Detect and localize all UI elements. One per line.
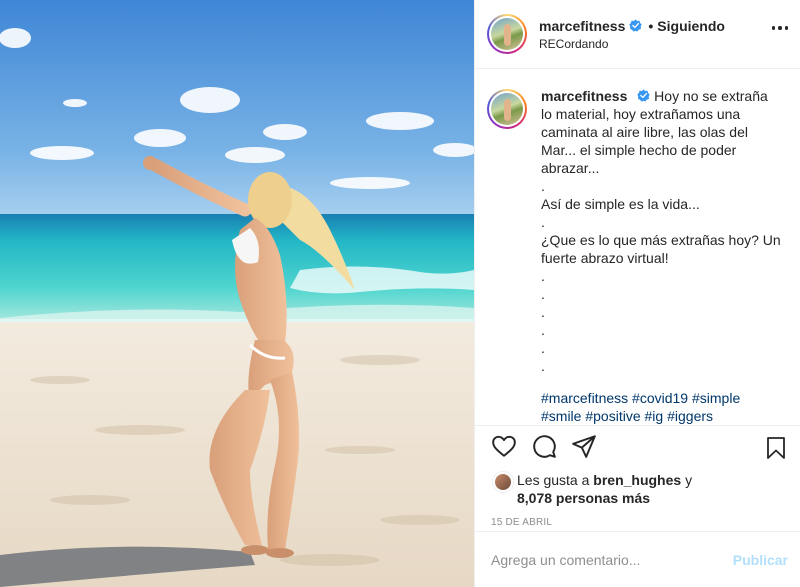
follow-status-button[interactable]: Siguiendo: [657, 18, 725, 34]
likes-connector: y: [685, 472, 693, 488]
caption-section: marcefitness Hoy no se extraña lo materi…: [475, 69, 800, 425]
author-avatar[interactable]: [487, 14, 527, 54]
hashtags: #marcefitness #covid19 #simple #smile #p…: [541, 389, 781, 425]
liker-avatar[interactable]: [493, 472, 513, 492]
hashtag-link[interactable]: #iggers: [667, 408, 713, 424]
hashtag-link[interactable]: #smile: [541, 408, 581, 424]
post-header: marcefitness • Siguiendo RECordando: [475, 0, 800, 69]
author-username[interactable]: marcefitness: [539, 18, 625, 34]
post-details-panel: marcefitness • Siguiendo RECordando marc…: [474, 0, 800, 587]
likes-count[interactable]: 8,078 personas más: [517, 490, 650, 506]
caption-line: Así de simple es la vida...: [541, 196, 700, 212]
action-bar: [475, 425, 800, 465]
verified-badge-icon: [637, 89, 650, 102]
caption-avatar[interactable]: [487, 89, 527, 129]
verified-badge-icon: [629, 19, 643, 32]
hashtag-link[interactable]: #covid19: [632, 390, 688, 406]
post-photo[interactable]: [0, 0, 474, 587]
caption-line: .: [541, 322, 545, 338]
hashtag-link[interactable]: #simple: [692, 390, 740, 406]
caption-username[interactable]: marcefitness: [541, 88, 627, 104]
hashtag-link[interactable]: #ig: [645, 408, 664, 424]
comment-box: Publicar: [475, 531, 800, 587]
bookmark-icon[interactable]: [764, 436, 790, 462]
likes-summary: Les gusta a bren_hughes y 8,078 personas…: [475, 465, 800, 507]
caption-line: .: [541, 214, 545, 230]
hashtag-link[interactable]: #marcefitness: [541, 390, 628, 406]
hashtag-link[interactable]: #positive: [585, 408, 640, 424]
likes-prefix: Les gusta a: [517, 472, 590, 488]
comment-icon[interactable]: [531, 433, 557, 459]
separator-dot: •: [648, 17, 654, 34]
heart-icon[interactable]: [491, 433, 517, 459]
post-date[interactable]: 15 DE ABRIL: [475, 507, 800, 528]
caption-line: .: [541, 178, 545, 194]
share-icon[interactable]: [571, 433, 597, 459]
liker-username[interactable]: bren_hughes: [593, 472, 681, 488]
more-options-icon[interactable]: [771, 26, 788, 30]
caption-line: .: [541, 358, 545, 374]
caption-line: ¿Que es lo que más extrañas hoy? Un fuer…: [541, 232, 781, 266]
caption-line: .: [541, 340, 545, 356]
caption-line: .: [541, 286, 545, 302]
post-location[interactable]: RECordando: [539, 37, 725, 51]
caption-line: .: [541, 268, 545, 284]
instagram-post: marcefitness • Siguiendo RECordando marc…: [0, 0, 800, 587]
beach-photo: [0, 0, 474, 587]
caption-text: marcefitness Hoy no se extraña lo materi…: [541, 87, 781, 425]
caption-line: .: [541, 304, 545, 320]
publish-button[interactable]: Publicar: [733, 552, 788, 568]
comment-input[interactable]: [491, 551, 733, 568]
